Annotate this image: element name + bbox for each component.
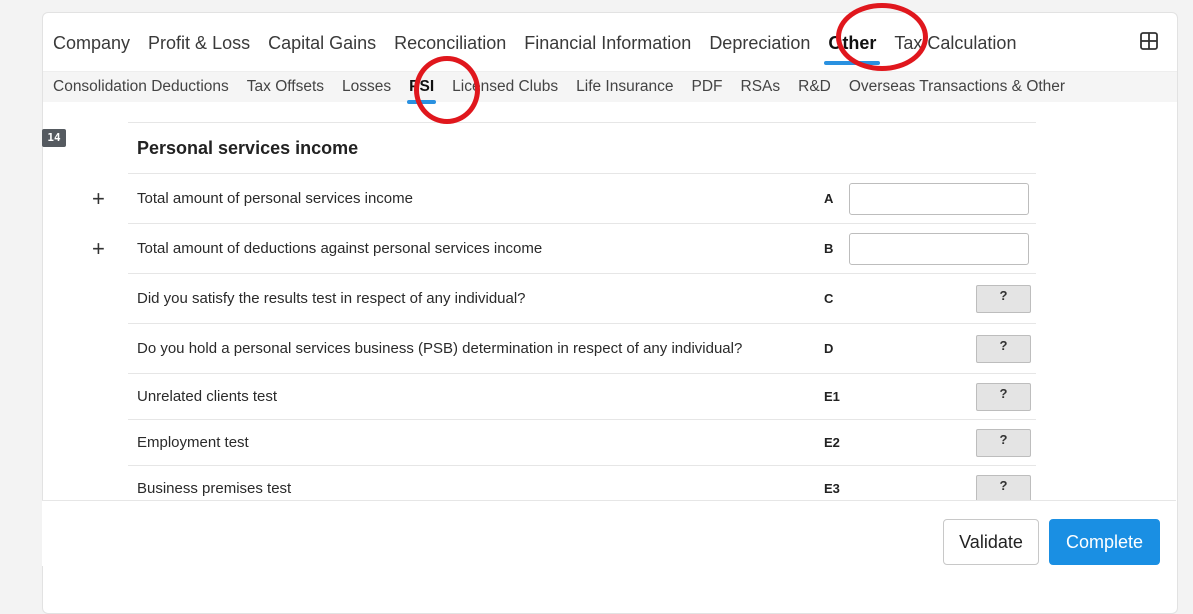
form-row-d: Do you hold a personal services business… bbox=[128, 324, 1036, 374]
row-code: D bbox=[824, 341, 834, 356]
row-label: Business premises test bbox=[137, 479, 292, 497]
grid-layout-icon[interactable] bbox=[1139, 31, 1159, 51]
row-code: C bbox=[824, 291, 834, 306]
results-test-selector[interactable]: ? bbox=[976, 284, 1031, 313]
subtab-tax-offsets[interactable]: Tax Offsets bbox=[247, 77, 324, 97]
business-premises-selector[interactable]: ? bbox=[976, 474, 1031, 503]
form-row-a: + Total amount of personal services inco… bbox=[92, 174, 1036, 224]
psb-determination-selector[interactable]: ? bbox=[976, 334, 1031, 363]
row-code: E3 bbox=[824, 481, 840, 496]
sub-tab-bar: Consolidation Deductions Tax Offsets Los… bbox=[43, 71, 1177, 104]
row-label: Employment test bbox=[137, 433, 249, 451]
psi-form: Personal services income + Total amount … bbox=[92, 122, 1036, 511]
subtab-life-insurance[interactable]: Life Insurance bbox=[576, 77, 673, 97]
tab-depreciation[interactable]: Depreciation bbox=[709, 31, 810, 55]
row-code: E2 bbox=[824, 435, 840, 450]
subtab-consolidation-deductions[interactable]: Consolidation Deductions bbox=[53, 77, 229, 97]
tab-other[interactable]: Other bbox=[824, 31, 881, 65]
plus-icon[interactable]: + bbox=[92, 186, 105, 212]
row-label: Do you hold a personal services business… bbox=[137, 339, 743, 357]
row-label: Unrelated clients test bbox=[137, 387, 278, 405]
form-row-c: Did you satisfy the results test in resp… bbox=[128, 274, 1036, 324]
plus-icon[interactable]: + bbox=[92, 236, 105, 262]
section-number-badge: 14 bbox=[42, 129, 66, 147]
tab-profit-loss[interactable]: Profit & Loss bbox=[148, 31, 250, 55]
psi-deductions-input[interactable] bbox=[849, 232, 1029, 265]
subtab-licensed-clubs[interactable]: Licensed Clubs bbox=[452, 77, 558, 97]
complete-button[interactable]: Complete bbox=[1049, 519, 1160, 565]
subtab-rsas[interactable]: RSAs bbox=[741, 77, 781, 97]
row-label: Did you satisfy the results test in resp… bbox=[137, 289, 526, 307]
tab-tax-calculation[interactable]: Tax Calculation bbox=[894, 31, 1016, 55]
validate-button[interactable]: Validate bbox=[943, 519, 1039, 565]
subtab-pdf[interactable]: PDF bbox=[692, 77, 723, 97]
subtab-overseas-transactions[interactable]: Overseas Transactions & Other bbox=[849, 77, 1065, 97]
action-footer: Validate Complete bbox=[42, 500, 1176, 566]
page-title: Personal services income bbox=[137, 137, 359, 158]
psi-total-input[interactable] bbox=[849, 182, 1029, 215]
row-label: Total amount of deductions against perso… bbox=[137, 239, 543, 257]
tab-capital-gains[interactable]: Capital Gains bbox=[268, 31, 376, 55]
tab-financial-information[interactable]: Financial Information bbox=[524, 31, 691, 55]
unrelated-clients-selector[interactable]: ? bbox=[976, 382, 1031, 411]
tab-reconciliation[interactable]: Reconciliation bbox=[394, 31, 506, 55]
row-code: B bbox=[824, 241, 834, 256]
tab-company[interactable]: Company bbox=[53, 31, 130, 55]
form-header: Personal services income bbox=[128, 122, 1036, 174]
row-code: E1 bbox=[824, 389, 840, 404]
row-label: Total amount of personal services income bbox=[137, 189, 413, 207]
top-tab-bar: Company Profit & Loss Capital Gains Reco… bbox=[53, 31, 1034, 65]
form-row-e2: Employment test E2 ? bbox=[128, 420, 1036, 466]
form-row-e1: Unrelated clients test E1 ? bbox=[128, 374, 1036, 420]
subtab-psi[interactable]: PSI bbox=[407, 77, 437, 104]
row-code: A bbox=[824, 191, 834, 206]
form-row-b: + Total amount of deductions against per… bbox=[92, 224, 1036, 274]
employment-test-selector[interactable]: ? bbox=[976, 428, 1031, 457]
subtab-rnd[interactable]: R&D bbox=[798, 77, 831, 97]
subtab-losses[interactable]: Losses bbox=[342, 77, 391, 97]
